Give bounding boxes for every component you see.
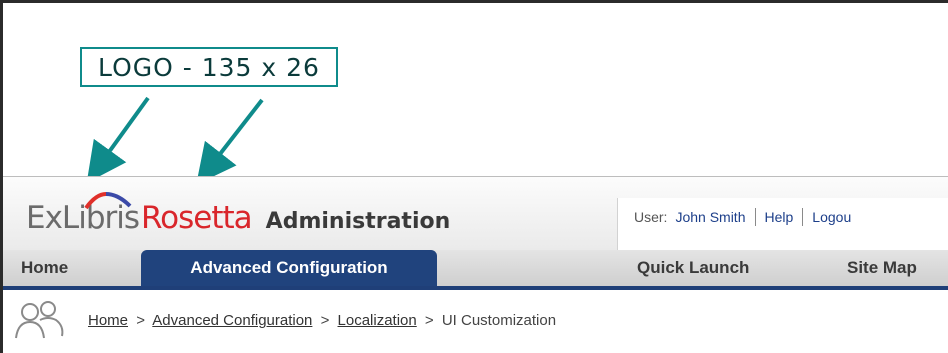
users-icon — [15, 301, 64, 339]
user-label: User: — [634, 209, 668, 225]
breadcrumb-advanced-configuration[interactable]: Advanced Configuration — [152, 312, 312, 329]
nav-site-map[interactable]: Site Map — [847, 250, 917, 286]
app-logo[interactable]: ExLibris Rosetta Administration — [26, 192, 451, 236]
user-bar: User: John Smith Help Logou — [617, 198, 948, 251]
product-name: Rosetta — [141, 200, 253, 236]
nav-advanced-configuration[interactable]: Advanced Configuration — [141, 250, 437, 286]
breadcrumb-home[interactable]: Home — [88, 312, 128, 329]
annotation-label: LOGO - 135 x 26 — [98, 52, 320, 82]
breadcrumb: Home > Advanced Configuration > Localiza… — [88, 312, 556, 329]
breadcrumb-separator: > — [424, 312, 434, 329]
divider — [802, 208, 804, 226]
logo-arc-icon — [84, 192, 132, 210]
breadcrumb-current: UI Customization — [441, 312, 557, 329]
exlibris-wordmark: ExLibris — [26, 192, 140, 236]
divider — [754, 208, 756, 226]
breadcrumb-separator: > — [320, 312, 330, 329]
user-name-link[interactable]: John Smith — [675, 209, 745, 225]
logout-link[interactable]: Logou — [812, 209, 851, 225]
section-title: Administration — [265, 209, 451, 234]
help-link[interactable]: Help — [765, 209, 794, 225]
logo-size-annotation: LOGO - 135 x 26 — [80, 47, 338, 87]
nav-home[interactable]: Home — [21, 250, 68, 286]
breadcrumb-localization[interactable]: Localization — [338, 312, 417, 329]
nav-quick-launch[interactable]: Quick Launch — [637, 250, 749, 286]
main-nav: Home Advanced Configuration Quick Launch… — [3, 250, 948, 290]
breadcrumb-separator: > — [136, 312, 145, 329]
